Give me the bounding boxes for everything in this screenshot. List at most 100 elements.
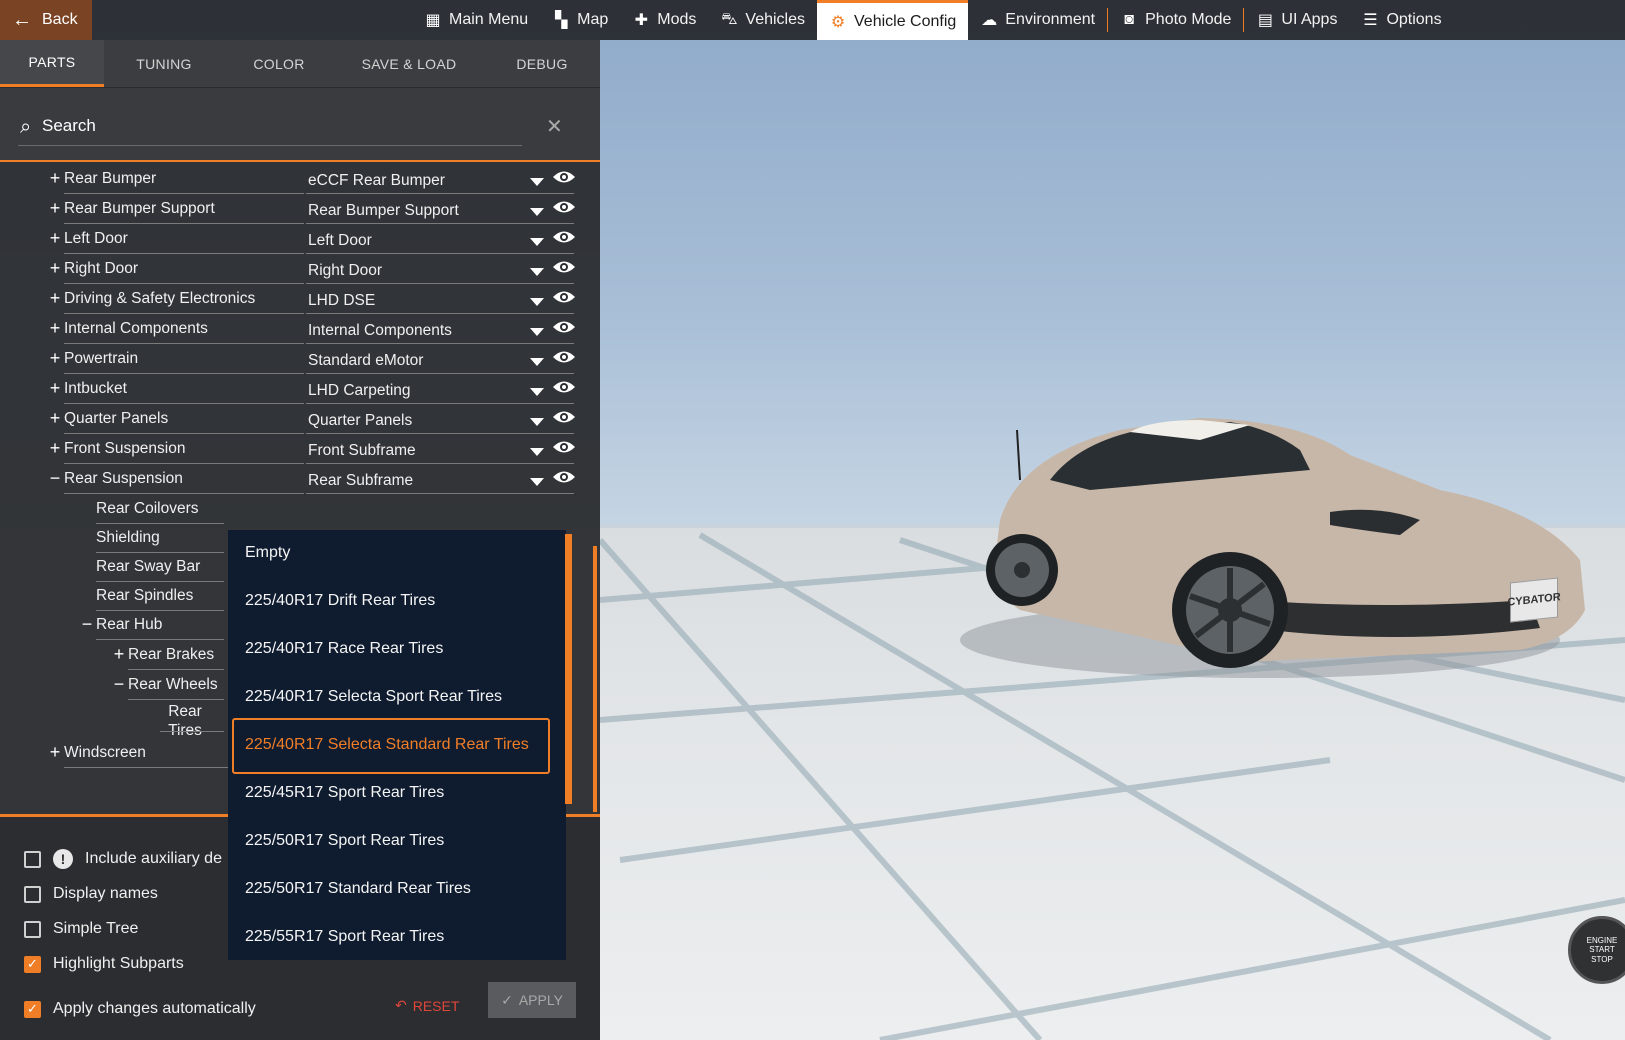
eye-icon[interactable]: [552, 199, 576, 215]
nav-map[interactable]: ▚ Map: [540, 0, 620, 40]
apply-button[interactable]: ✓ APPLY: [488, 982, 576, 1018]
checkbox-checked[interactable]: ✓: [24, 955, 41, 973]
eye-icon[interactable]: [552, 379, 576, 395]
nav-ui-apps[interactable]: ▤ UI Apps: [1244, 0, 1349, 40]
expand-icon[interactable]: +: [48, 288, 62, 309]
option-include-auxiliary[interactable]: ! Include auxiliary de: [24, 849, 222, 869]
nav-mods[interactable]: ✚ Mods: [620, 0, 708, 40]
part-select-value[interactable]: Rear Bumper Support: [308, 202, 459, 220]
dropdown-option[interactable]: 225/40R17 Selecta Standard Rear Tires: [245, 736, 529, 754]
eye-icon[interactable]: [552, 469, 576, 485]
chevron-down-icon[interactable]: [530, 448, 544, 456]
nav-vehicles[interactable]: ⛍ Vehicles: [708, 0, 817, 40]
part-select-value[interactable]: LHD Carpeting: [308, 382, 411, 400]
tab-debug[interactable]: DEBUG: [484, 40, 600, 87]
checkbox-checked[interactable]: ✓: [24, 1000, 41, 1018]
part-select-value[interactable]: Internal Components: [308, 322, 452, 340]
expand-icon[interactable]: +: [48, 438, 62, 459]
dropdown-option[interactable]: 225/45R17 Sport Rear Tires: [245, 784, 444, 802]
tree-row[interactable]: + Rear Bumper Support Rear Bumper Support: [0, 194, 600, 224]
chevron-down-icon[interactable]: [530, 328, 544, 336]
part-select-value[interactable]: Right Door: [308, 262, 382, 280]
expand-icon[interactable]: +: [48, 168, 62, 189]
checkbox[interactable]: [24, 920, 41, 938]
part-select-value[interactable]: eCCF Rear Bumper: [308, 172, 445, 190]
expand-icon[interactable]: +: [48, 228, 62, 249]
expand-icon[interactable]: +: [48, 408, 62, 429]
expand-icon[interactable]: +: [48, 348, 62, 369]
dropdown-option[interactable]: 225/40R17 Race Rear Tires: [245, 640, 443, 658]
chevron-down-icon[interactable]: [530, 178, 544, 186]
collapse-icon[interactable]: −: [48, 468, 62, 489]
tree-row[interactable]: + Quarter Panels Quarter Panels: [0, 404, 600, 434]
nav-photo-mode[interactable]: ◙ Photo Mode: [1108, 0, 1243, 40]
option-display-names[interactable]: Display names: [24, 885, 158, 903]
eye-icon[interactable]: [552, 259, 576, 275]
dropdown-option[interactable]: Empty: [245, 544, 290, 562]
part-select-value[interactable]: Rear Subframe: [308, 472, 413, 490]
dropdown-option[interactable]: 225/40R17 Drift Rear Tires: [245, 592, 435, 610]
dropdown-option[interactable]: 225/50R17 Standard Rear Tires: [245, 880, 471, 898]
eye-icon[interactable]: [552, 229, 576, 245]
tree-row[interactable]: + Left Door Left Door: [0, 224, 600, 254]
eye-icon[interactable]: [552, 349, 576, 365]
expand-icon[interactable]: +: [48, 318, 62, 339]
expand-icon[interactable]: +: [48, 742, 62, 763]
part-select-value[interactable]: Front Subframe: [308, 442, 416, 460]
tab-color[interactable]: COLOR: [224, 40, 334, 87]
expand-icon[interactable]: +: [48, 378, 62, 399]
dropdown-option[interactable]: 225/50R17 Sport Rear Tires: [245, 832, 444, 850]
tree-row[interactable]: + Intbucket LHD Carpeting: [0, 374, 600, 404]
close-icon[interactable]: ✕: [546, 114, 563, 139]
eye-icon[interactable]: [552, 319, 576, 335]
tab-save-load[interactable]: SAVE & LOAD: [334, 40, 484, 87]
reset-button[interactable]: ↶ RESET: [395, 997, 459, 1014]
eye-icon[interactable]: [552, 289, 576, 305]
dropdown-option[interactable]: 225/55R17 Sport Rear Tires: [245, 928, 444, 946]
option-highlight-subparts[interactable]: ✓ Highlight Subparts: [24, 955, 184, 973]
nav-vehicle-config[interactable]: ⚙ Vehicle Config: [817, 0, 969, 40]
collapse-icon[interactable]: −: [112, 674, 126, 695]
chevron-down-icon[interactable]: [530, 298, 544, 306]
tire-dropdown-list[interactable]: Empty 225/40R17 Drift Rear Tires 225/40R17…: [228, 530, 566, 960]
expand-icon[interactable]: +: [48, 258, 62, 279]
nav-environment[interactable]: ☁ Environment: [968, 0, 1107, 40]
chevron-down-icon[interactable]: [530, 418, 544, 426]
nav-options[interactable]: ☰ Options: [1349, 0, 1453, 40]
part-select-value[interactable]: Quarter Panels: [308, 412, 412, 430]
tab-tuning[interactable]: TUNING: [104, 40, 224, 87]
chevron-down-icon[interactable]: [530, 478, 544, 486]
chevron-down-icon[interactable]: [530, 358, 544, 366]
checkbox[interactable]: [24, 850, 41, 868]
back-button[interactable]: ← Back: [0, 0, 92, 40]
dropdown-scrollbar[interactable]: [565, 534, 572, 804]
part-select-value[interactable]: Left Door: [308, 232, 372, 250]
tree-row[interactable]: − Rear Suspension Rear Subframe: [0, 464, 600, 494]
chevron-down-icon[interactable]: [530, 238, 544, 246]
checkbox[interactable]: [24, 885, 41, 903]
expand-icon[interactable]: +: [112, 644, 126, 665]
tree-row[interactable]: + Rear Bumper eCCF Rear Bumper: [0, 164, 600, 194]
tree-row[interactable]: + Powertrain Standard eMotor: [0, 344, 600, 374]
chevron-down-icon[interactable]: [530, 268, 544, 276]
tree-row[interactable]: + Driving & Safety Electronics LHD DSE: [0, 284, 600, 314]
chevron-down-icon[interactable]: [530, 388, 544, 396]
part-select-value[interactable]: Standard eMotor: [308, 352, 423, 370]
tree-row[interactable]: + Right Door Right Door: [0, 254, 600, 284]
eye-icon[interactable]: [552, 409, 576, 425]
option-apply-automatically[interactable]: ✓ Apply changes automatically: [24, 1000, 256, 1018]
eye-icon[interactable]: [552, 439, 576, 455]
dropdown-option[interactable]: 225/40R17 Selecta Sport Rear Tires: [245, 688, 502, 706]
chevron-down-icon[interactable]: [530, 208, 544, 216]
eye-icon[interactable]: [552, 169, 576, 185]
expand-icon[interactable]: +: [48, 198, 62, 219]
tab-parts[interactable]: PARTS: [0, 40, 104, 87]
option-simple-tree[interactable]: Simple Tree: [24, 920, 138, 938]
tree-row[interactable]: + Front Suspension Front Subframe: [0, 434, 600, 464]
part-select-value[interactable]: LHD DSE: [308, 292, 375, 310]
tree-row[interactable]: + Internal Components Internal Components: [0, 314, 600, 344]
tree-row[interactable]: Rear Coilovers: [0, 494, 600, 524]
collapse-icon[interactable]: −: [80, 614, 94, 635]
search-input[interactable]: [42, 114, 442, 138]
nav-main-menu[interactable]: ▦ Main Menu: [412, 0, 540, 40]
